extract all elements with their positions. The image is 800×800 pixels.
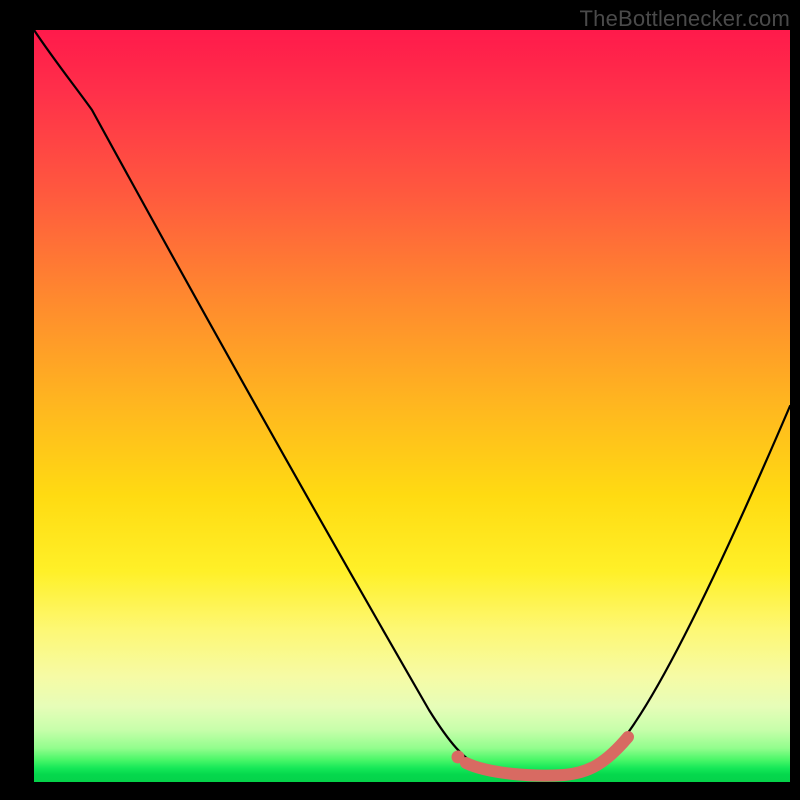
bottleneck-curve (34, 30, 790, 775)
plot-area (34, 30, 790, 782)
chart-frame: TheBottlenecker.com (0, 0, 800, 800)
optimal-range-start-dot (452, 751, 465, 764)
optimal-range-highlight (466, 737, 628, 776)
chart-svg (34, 30, 790, 782)
watermark-text: TheBottlenecker.com (580, 6, 790, 32)
